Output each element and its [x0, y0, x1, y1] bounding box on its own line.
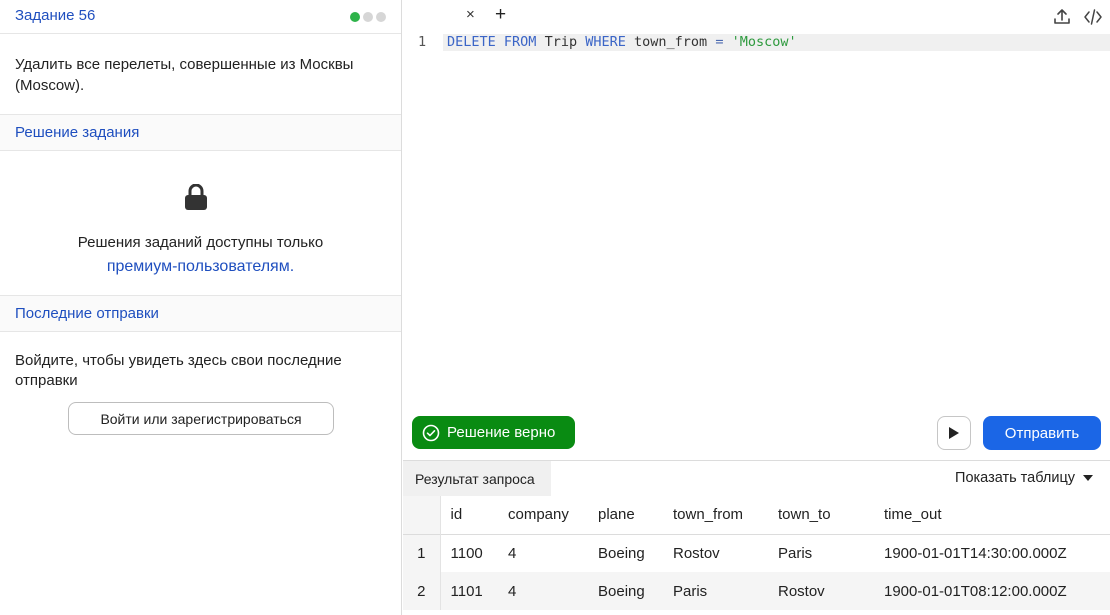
progress-dot-1	[350, 12, 360, 22]
code-identifier: town_from	[634, 34, 708, 50]
login-prompt: Войдите, чтобы увидеть здесь свои послед…	[15, 352, 342, 389]
column-header: company	[498, 496, 588, 534]
code-line[interactable]: DELETE FROM Trip WHERE town_from = 'Mosc…	[443, 34, 1110, 51]
code-operator: =	[715, 34, 724, 50]
premium-link[interactable]: премиум-пользователям.	[0, 255, 401, 279]
lock-icon	[185, 184, 207, 210]
progress-dot-3	[376, 12, 386, 22]
progress-dot-2	[363, 12, 373, 22]
column-header: town_from	[663, 496, 768, 534]
show-table-label: Показать таблицу	[955, 470, 1075, 486]
table-cell: 4	[498, 534, 588, 572]
row-number: 2	[403, 572, 441, 610]
task-panel: Задание 56 Удалить все перелеты, соверше…	[0, 0, 402, 615]
solution-heading: Решение задания	[15, 124, 140, 141]
code-editor[interactable]: 1 DELETE FROM Trip WHERE town_from = 'Mo…	[403, 34, 1110, 410]
task-description: Удалить все перелеты, совершенные из Мос…	[15, 56, 354, 94]
column-header: time_out	[874, 496, 1110, 534]
code-identifier: Trip	[544, 34, 578, 50]
result-table: id company plane town_from town_to time_…	[403, 496, 1110, 610]
locked-text: Решения заданий доступны только	[77, 234, 324, 251]
table-cell: 1900-01-01T08:12:00.000Z	[874, 572, 1110, 610]
task-header: Задание 56	[0, 0, 401, 34]
table-cell: 1101	[440, 572, 498, 610]
add-tab-button[interactable]: +	[495, 4, 506, 26]
submit-button[interactable]: Отправить	[983, 416, 1101, 450]
submissions-section-header[interactable]: Последние отправки	[0, 295, 401, 332]
caret-down-icon	[1083, 475, 1093, 481]
success-badge: Решение верно	[412, 416, 575, 449]
code-string: 'Moscow'	[731, 34, 797, 50]
run-button[interactable]	[937, 416, 971, 450]
play-icon	[949, 427, 959, 439]
progress-dots	[350, 12, 386, 22]
submissions-heading: Последние отправки	[15, 305, 159, 322]
success-label: Решение верно	[447, 424, 556, 441]
column-header: town_to	[768, 496, 874, 534]
line-number: 1	[418, 34, 427, 50]
locked-message: Решения заданий доступны только премиум-…	[0, 231, 401, 279]
result-bar: Результат запроса Показать таблицу	[403, 460, 1110, 497]
table-cell: Rostov	[768, 572, 874, 610]
show-table-toggle[interactable]: Показать таблицу	[955, 470, 1093, 486]
table-cell: Rostov	[663, 534, 768, 572]
table-header-row: id company plane town_from town_to time_…	[403, 496, 1110, 534]
task-title: Задание 56	[15, 7, 96, 24]
row-number: 1	[403, 534, 441, 572]
column-header: plane	[588, 496, 663, 534]
result-tab[interactable]: Результат запроса	[403, 461, 551, 497]
code-icon[interactable]	[1084, 8, 1102, 26]
upload-icon[interactable]	[1053, 8, 1071, 26]
code-keyword: DELETE	[447, 34, 496, 50]
check-circle-icon	[422, 424, 440, 441]
table-row: 2 1101 4 Boeing Paris Rostov 1900-01-01T…	[403, 572, 1110, 610]
table-cell: 1900-01-01T14:30:00.000Z	[874, 534, 1110, 572]
column-header: id	[440, 496, 498, 534]
table-cell: Boeing	[588, 534, 663, 572]
table-cell: 1100	[440, 534, 498, 572]
code-keyword: WHERE	[585, 34, 626, 50]
solution-section-header[interactable]: Решение задания	[0, 114, 401, 151]
code-keyword: FROM	[503, 34, 537, 50]
table-cell: 4	[498, 572, 588, 610]
row-number-header	[403, 496, 441, 534]
table-cell: Paris	[768, 534, 874, 572]
table-row: 1 1100 4 Boeing Rostov Paris 1900-01-01T…	[403, 534, 1110, 572]
table-cell: Boeing	[588, 572, 663, 610]
login-button[interactable]: Войти или зарегистрироваться	[68, 402, 334, 435]
table-cell: Paris	[663, 572, 768, 610]
close-tab-icon[interactable]: ×	[466, 6, 475, 23]
